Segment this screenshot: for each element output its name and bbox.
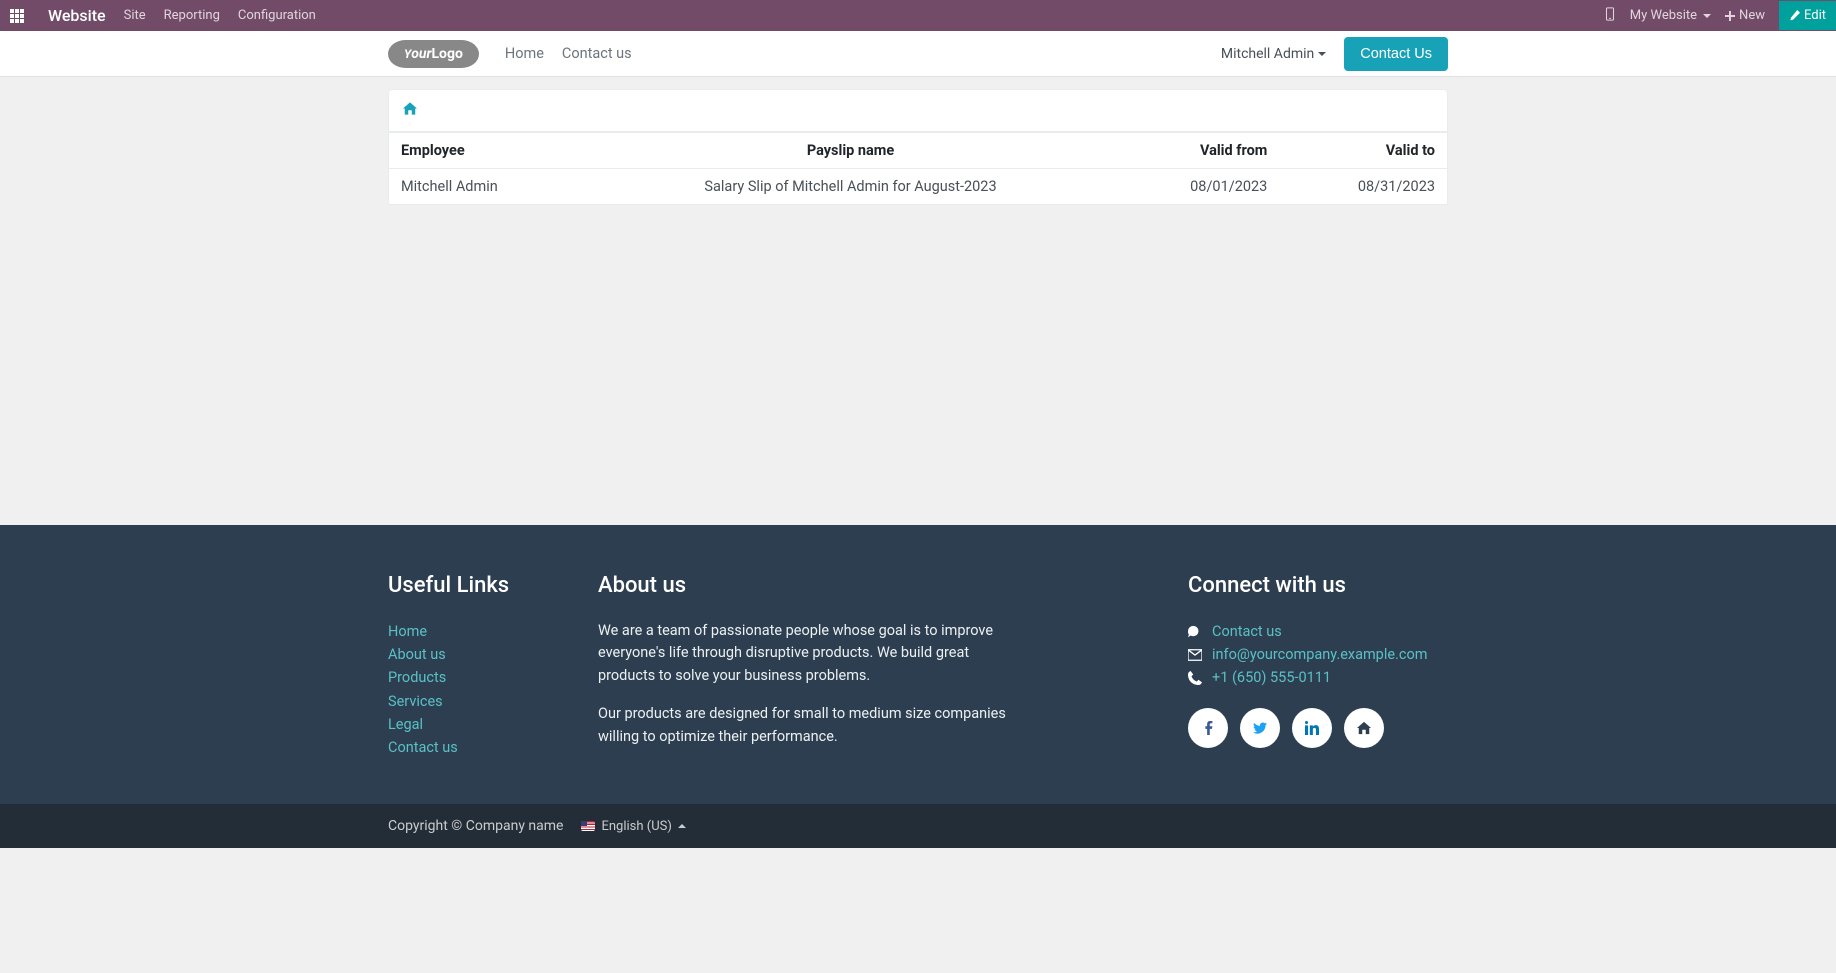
link-about[interactable]: About us: [388, 643, 568, 666]
th-payslip: Payslip name: [589, 133, 1112, 169]
apps-icon[interactable]: [10, 9, 30, 23]
home-social-icon[interactable]: [1344, 708, 1384, 748]
speech-icon: [1188, 625, 1202, 639]
flag-icon: [581, 821, 595, 831]
contact-us-button[interactable]: Contact Us: [1344, 37, 1448, 71]
payslip-table: Employee Payslip name Valid from Valid t…: [388, 132, 1448, 205]
phone-icon: [1188, 671, 1202, 685]
cell-to: 08/31/2023: [1279, 169, 1447, 205]
user-dropdown[interactable]: Mitchell Admin: [1221, 46, 1326, 62]
edit-button[interactable]: Edit: [1779, 1, 1836, 30]
nav-home[interactable]: Home: [505, 45, 544, 62]
nav-contact[interactable]: Contact us: [562, 45, 632, 62]
email-link[interactable]: info@yourcompany.example.com: [1212, 643, 1427, 666]
language-selector[interactable]: English (US): [581, 819, 685, 834]
connect-title: Connect with us: [1188, 573, 1448, 598]
admin-bar: Website Site Reporting Configuration My …: [0, 0, 1836, 31]
about-p1: We are a team of passionate people whose…: [598, 620, 1028, 687]
about-p2: Our products are designed for small to m…: [598, 703, 1028, 748]
link-legal[interactable]: Legal: [388, 713, 568, 736]
subfooter: Copyright © Company name English (US): [0, 804, 1836, 848]
menu-configuration[interactable]: Configuration: [238, 8, 316, 23]
link-contact[interactable]: Contact us: [388, 736, 568, 759]
link-services[interactable]: Services: [388, 690, 568, 713]
link-products[interactable]: Products: [388, 666, 568, 689]
mobile-icon[interactable]: [1604, 7, 1616, 25]
th-from: Valid from: [1112, 133, 1279, 169]
cell-payslip: Salary Slip of Mitchell Admin for August…: [589, 169, 1112, 205]
cell-employee: Mitchell Admin: [389, 169, 590, 205]
th-to: Valid to: [1279, 133, 1447, 169]
link-home[interactable]: Home: [388, 620, 568, 643]
my-website-dropdown[interactable]: My Website: [1630, 8, 1711, 23]
footer: Useful Links Home About us Products Serv…: [0, 525, 1836, 804]
envelope-icon: [1188, 648, 1202, 662]
useful-links-title: Useful Links: [388, 573, 568, 598]
home-icon[interactable]: [403, 103, 417, 119]
about-title: About us: [598, 573, 1028, 598]
facebook-icon[interactable]: [1188, 708, 1228, 748]
menu-site[interactable]: Site: [124, 8, 146, 23]
twitter-icon[interactable]: [1240, 708, 1280, 748]
logo[interactable]: YourLogo: [388, 40, 479, 68]
menu-reporting[interactable]: Reporting: [164, 8, 220, 23]
table-row[interactable]: Mitchell Admin Salary Slip of Mitchell A…: [389, 169, 1448, 205]
th-employee: Employee: [389, 133, 590, 169]
brand-title[interactable]: Website: [48, 6, 106, 25]
cell-from: 08/01/2023: [1112, 169, 1279, 205]
new-button[interactable]: New: [1725, 8, 1765, 23]
linkedin-icon[interactable]: [1292, 708, 1332, 748]
copyright: Copyright © Company name: [388, 818, 563, 834]
phone-link[interactable]: +1 (650) 555-0111: [1212, 666, 1331, 689]
navbar: YourLogo Home Contact us Mitchell Admin …: [0, 31, 1836, 77]
breadcrumb: [388, 89, 1448, 132]
contact-link[interactable]: Contact us: [1212, 620, 1282, 643]
